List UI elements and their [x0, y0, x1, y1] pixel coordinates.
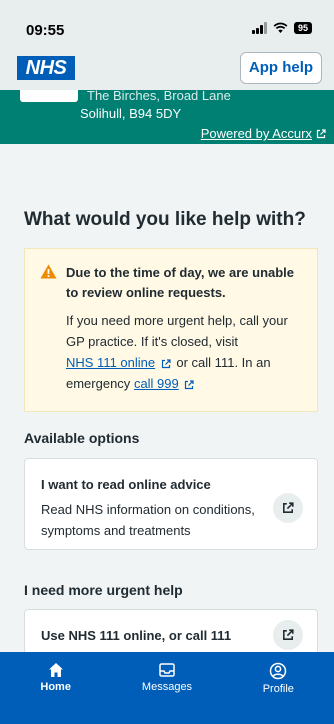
practice-address-line2: Solihull, B94 5DY [80, 106, 182, 121]
urgent-help-heading: I need more urgent help [24, 582, 183, 598]
powered-by-link[interactable]: Powered by Accurx [201, 126, 326, 141]
external-link-icon [185, 379, 194, 389]
external-link-button[interactable] [273, 620, 303, 650]
status-icons: 95 [251, 22, 312, 34]
home-icon [48, 663, 63, 677]
nhs-111-online-link[interactable]: NHS 111 online [66, 355, 155, 370]
practice-logo [20, 90, 78, 102]
external-link-button[interactable] [273, 493, 303, 523]
external-link-icon [283, 502, 294, 513]
app-help-button[interactable]: App help [240, 52, 322, 84]
warning-text-prefix: If you need more urgent help, call your … [66, 313, 288, 349]
nhs-logo: NHS [17, 56, 75, 80]
status-time: 09:55 [26, 22, 65, 39]
profile-icon [270, 662, 287, 680]
warning-icon [40, 264, 57, 279]
powered-by-label: Powered by Accurx [200, 126, 312, 141]
warning-body: If you need more urgent help, call your … [66, 310, 301, 394]
option-title: Use NHS 111 online, or call 111 [41, 628, 232, 643]
option-title: I want to read online advice [41, 477, 211, 492]
status-bar: 09:55 95 [0, 0, 334, 48]
tab-label: Home [40, 681, 71, 693]
tab-profile[interactable]: Profile [223, 652, 334, 724]
tab-home[interactable]: Home [0, 652, 111, 724]
tab-label: Profile [262, 683, 294, 695]
signal-icon [251, 22, 267, 34]
tab-messages[interactable]: Messages [111, 652, 222, 724]
warning-callout: Due to the time of day, we are unable to… [24, 248, 318, 412]
external-link-icon [161, 358, 171, 368]
read-online-advice-card[interactable]: I want to read online advice Read NHS in… [24, 458, 318, 550]
warning-title: Due to the time of day, we are unable to… [66, 265, 295, 300]
tab-label: Messages [141, 681, 193, 693]
app-header: NHS App help [0, 48, 334, 90]
wifi-icon [273, 22, 288, 33]
messages-icon [159, 663, 175, 677]
practice-address-line1: The Birches, Broad Lane [87, 88, 231, 103]
external-link-icon [316, 128, 326, 138]
external-link-icon [283, 629, 294, 640]
battery-icon: 95 [293, 22, 312, 34]
page-title: What would you like help with? [24, 209, 306, 230]
call-999-link[interactable]: call 999 [134, 376, 179, 391]
available-options-heading: Available options [24, 430, 140, 446]
bottom-tab-bar: Home Messages Profile [0, 652, 334, 724]
option-description: Read NHS information on conditions, symp… [41, 502, 255, 538]
practice-banner: The Birches, Broad Lane Solihull, B94 5D… [0, 88, 334, 144]
